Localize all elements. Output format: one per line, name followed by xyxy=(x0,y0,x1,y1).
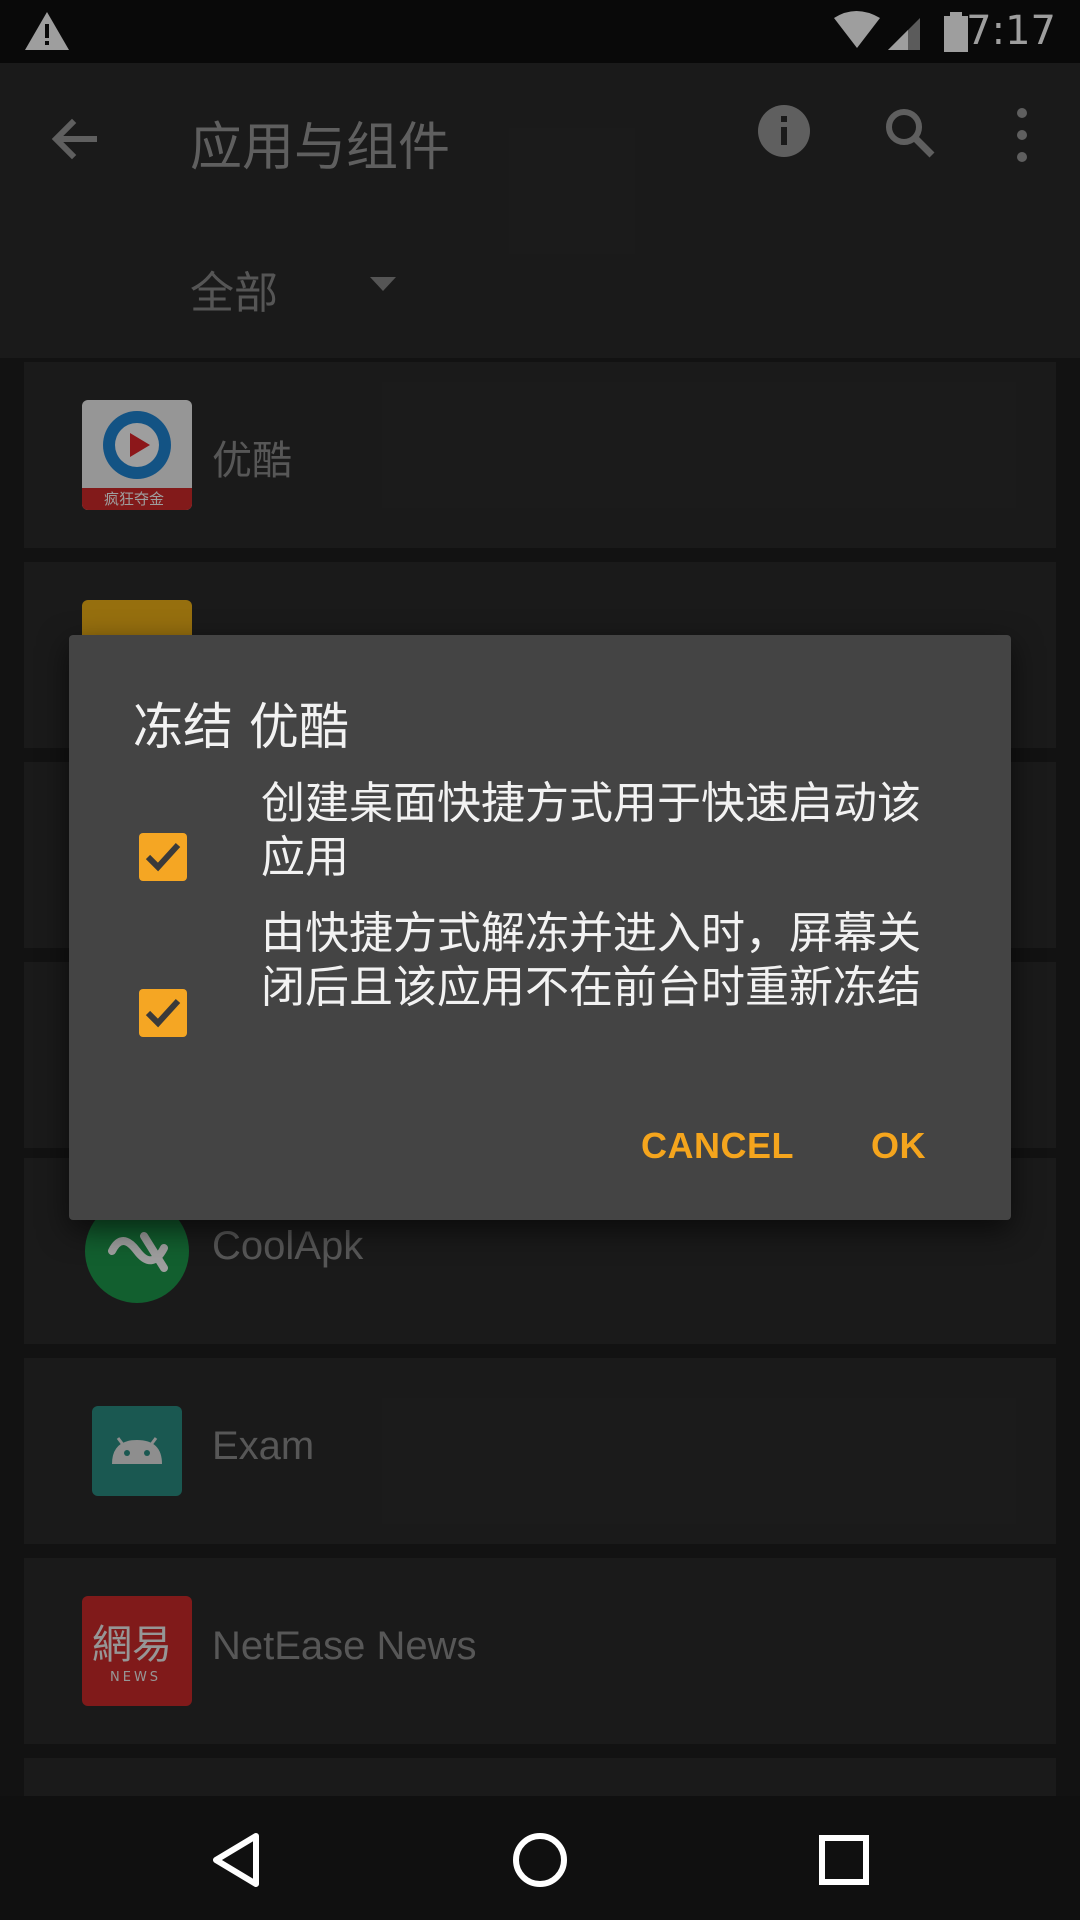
dialog-title: 冻结 优酷 xyxy=(133,698,349,756)
check-icon xyxy=(145,842,181,872)
option-label: 创建桌面快捷方式用于快速启动该应用 xyxy=(261,778,921,883)
navigation-bar xyxy=(0,1796,1080,1920)
nav-recents-icon[interactable] xyxy=(814,1830,874,1890)
ok-button[interactable]: OK xyxy=(871,1125,926,1167)
nav-home-icon[interactable] xyxy=(510,1830,570,1890)
checkbox-checked[interactable] xyxy=(139,833,187,881)
cancel-button[interactable]: CANCEL xyxy=(641,1125,794,1167)
checkbox-checked[interactable] xyxy=(139,989,187,1037)
check-icon xyxy=(145,998,181,1028)
freeze-dialog: 冻结 优酷 创建桌面快捷方式用于快速启动该应用 由快捷方式解冻并进入时，屏幕关闭… xyxy=(69,635,1011,1220)
nav-back-icon[interactable] xyxy=(206,1830,266,1890)
option-label: 由快捷方式解冻并进入时，屏幕关闭后且该应用不在前台时重新冻结 xyxy=(261,908,921,1013)
